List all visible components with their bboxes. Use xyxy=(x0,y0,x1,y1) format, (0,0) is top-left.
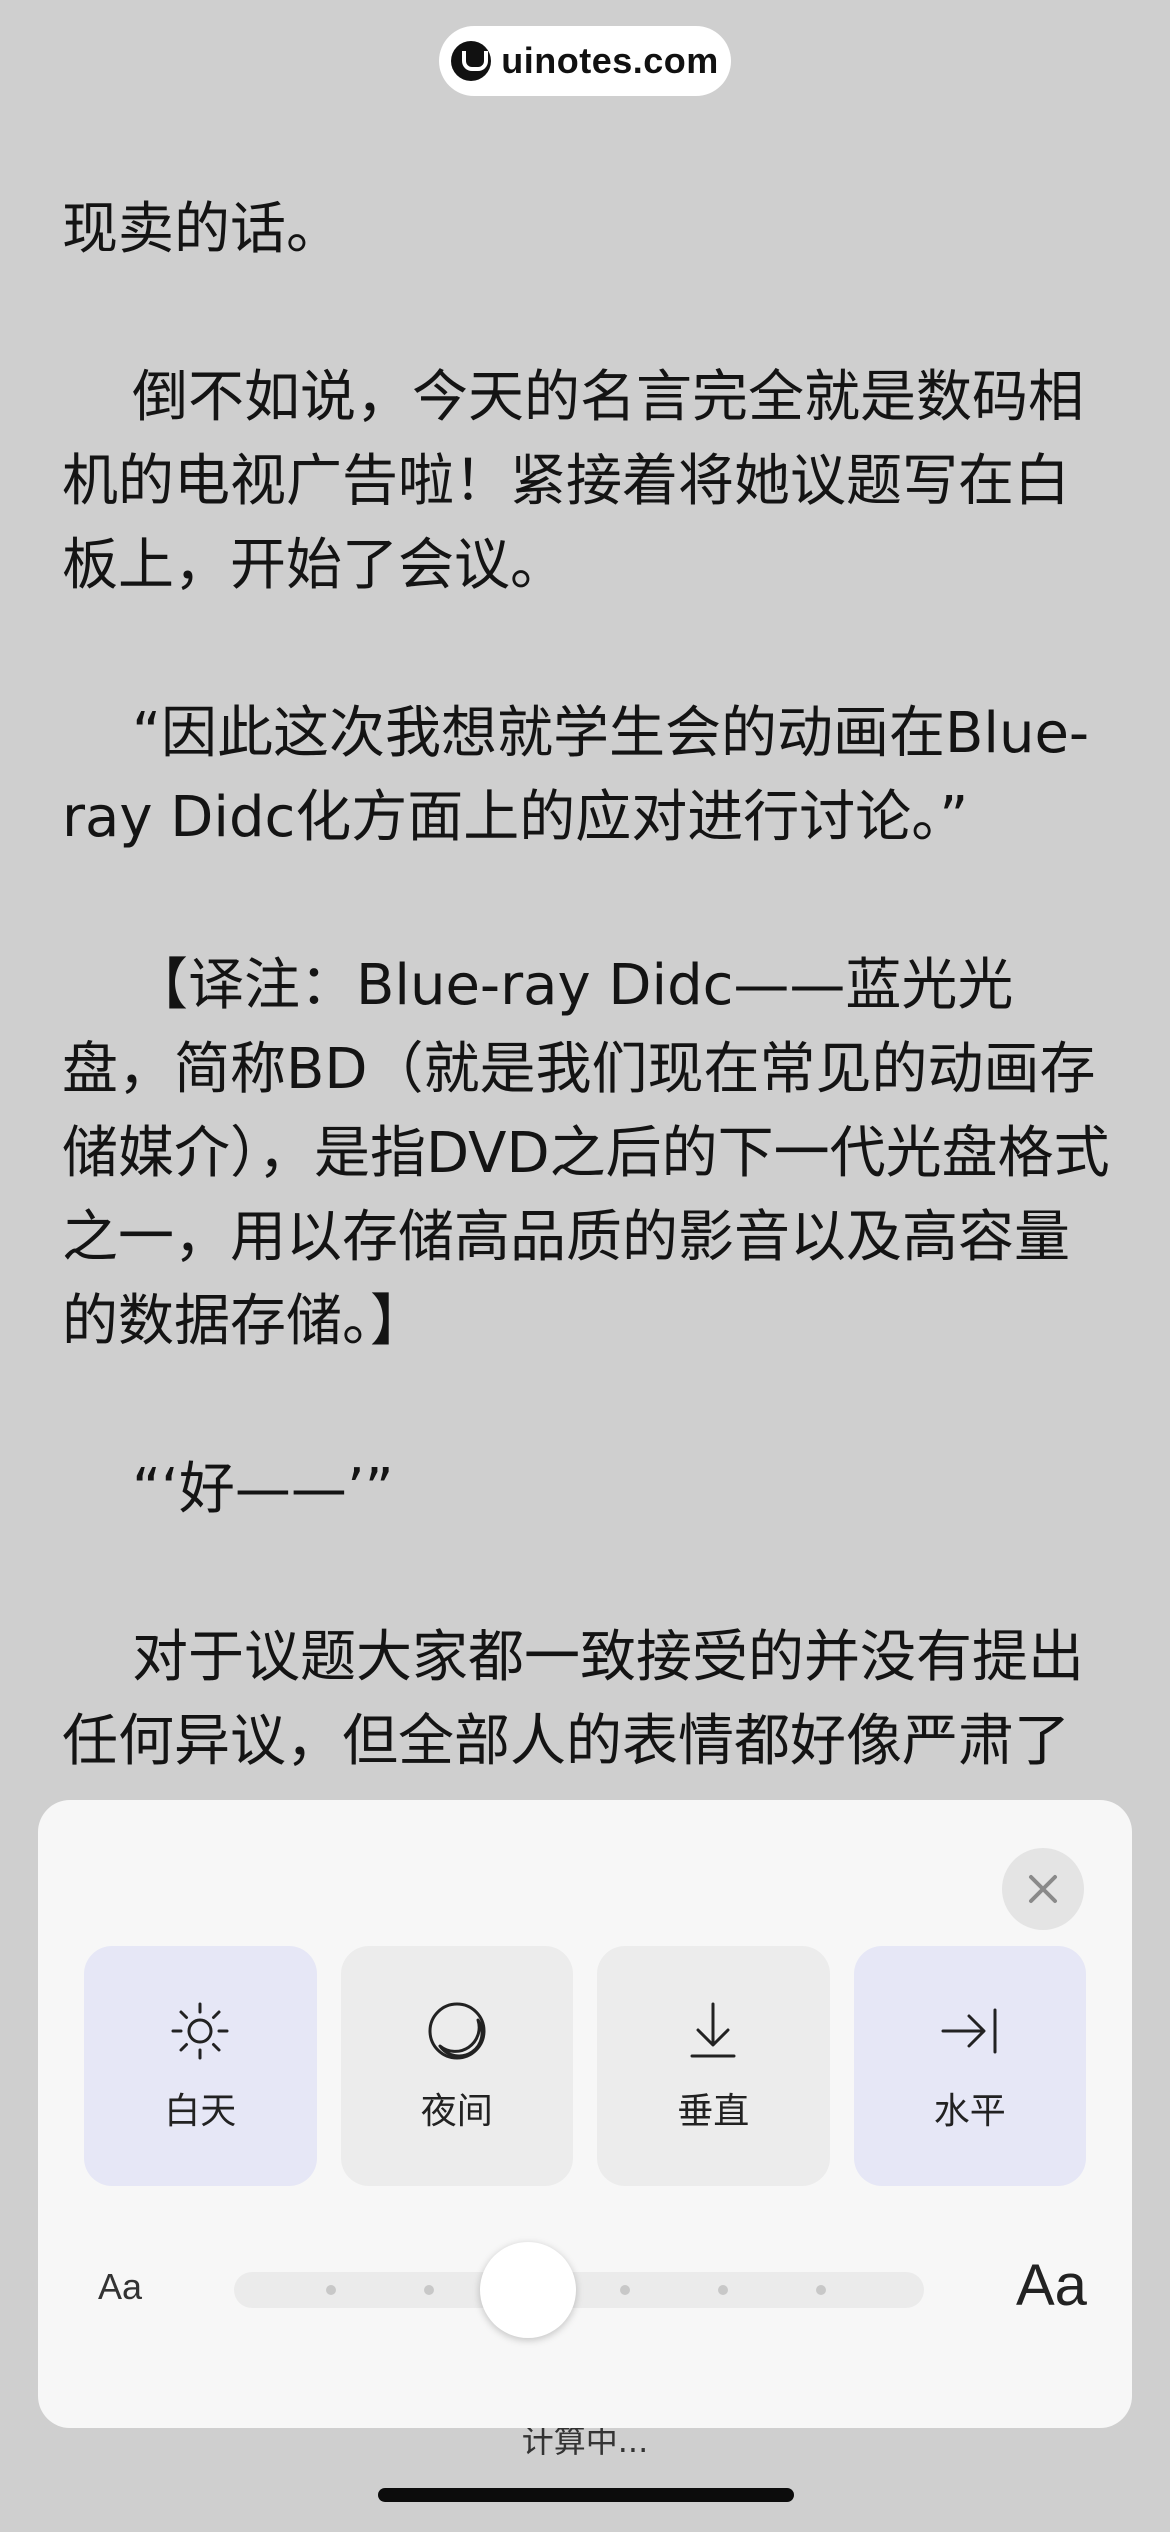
close-icon xyxy=(1029,1875,1057,1903)
arrow-right-bar-icon xyxy=(941,2008,997,2054)
font-size-slider[interactable] xyxy=(234,2272,924,2308)
paragraph: “‘好——’” xyxy=(132,1457,394,1522)
paragraph: 倒不如说，今天的名言完全就是数码相机的电视广告啦！紧接着将她议题写在白板上，开始… xyxy=(62,365,1084,598)
moon-icon xyxy=(428,2002,486,2060)
font-smaller-label[interactable]: Aa xyxy=(98,2266,142,2308)
day-mode-label: 白天 xyxy=(164,2091,237,2132)
arrow-down-icon xyxy=(690,2002,736,2058)
paragraph: 对于议题大家都一致接受的并没有提出任何异议，但全部人的表情都好像严肃了 xyxy=(62,1625,1084,1774)
uinotes-watermark: uinotes.com xyxy=(439,26,731,96)
sun-icon xyxy=(171,2002,229,2060)
paragraph: 现卖的话。 xyxy=(62,197,342,262)
horizontal-label: 水平 xyxy=(933,2091,1006,2132)
paragraph: “因此这次我想就学生会的动画在Blue-ray Didc化方面上的应对进行讨论。… xyxy=(62,701,1090,850)
font-size-slider-thumb[interactable] xyxy=(480,2242,576,2338)
horizontal-scroll-button[interactable]: 水平 xyxy=(853,1946,1086,2186)
slider-step-dot xyxy=(326,2285,336,2295)
reading-settings-sheet: 白天 夜间 垂直 水平 Aa Aa xyxy=(38,1800,1132,2428)
mode-options: 白天 夜间 垂直 水平 xyxy=(84,1946,1086,2186)
font-larger-label[interactable]: Aa xyxy=(1016,2252,1087,2319)
reader-content: 现卖的话。 倒不如说，今天的名言完全就是数码相机的电视广告啦！紧接着将她议题写在… xyxy=(62,188,1112,1868)
night-mode-button[interactable]: 夜间 xyxy=(340,1946,573,2186)
slider-step-dot xyxy=(816,2285,826,2295)
home-indicator[interactable] xyxy=(378,2488,794,2502)
vertical-label: 垂直 xyxy=(677,2091,750,2132)
vertical-scroll-button[interactable]: 垂直 xyxy=(597,1946,830,2186)
slider-step-dot xyxy=(424,2285,434,2295)
paragraph: 【译注：Blue-ray Didc——蓝光光盘，简称BD（就是我们现在常见的动画… xyxy=(62,953,1110,1354)
close-button[interactable] xyxy=(1002,1848,1084,1930)
font-size-control: Aa Aa xyxy=(38,2240,1132,2340)
night-mode-label: 夜间 xyxy=(420,2091,493,2132)
brand-text: uinotes.com xyxy=(501,40,719,81)
slider-step-dot xyxy=(718,2285,728,2295)
uinotes-logo-icon xyxy=(451,41,492,81)
day-mode-button[interactable]: 白天 xyxy=(84,1946,317,2186)
slider-step-dot xyxy=(620,2285,630,2295)
